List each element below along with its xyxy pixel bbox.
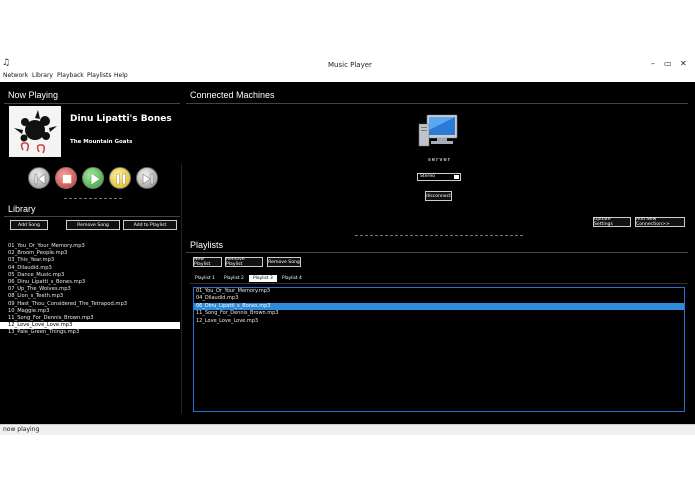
audio-mode-select[interactable]: Stereo (417, 173, 461, 190)
audio-mode-value: Stereo (420, 174, 435, 179)
menu-network[interactable]: Network (3, 72, 28, 79)
stop-icon (62, 174, 72, 184)
machine-name: server (428, 157, 452, 163)
add-new-connection-button[interactable]: Add New Connection>> (634, 216, 686, 228)
divider (186, 252, 688, 253)
tab-playlist-1[interactable]: Playlist 1 (191, 275, 219, 282)
library-song-item[interactable]: 04_Dilaudid.mp3 (0, 265, 180, 272)
title-bar: ♫ Music Player – ▭ ✕ (0, 58, 695, 71)
disconnect-button[interactable]: disconnect (424, 190, 453, 202)
remove-song-button[interactable]: Remove Song (65, 219, 121, 231)
playlist-song-item[interactable]: 11_Song_For_Dennis_Brown.mp3 (194, 310, 684, 317)
tab-playlist-3[interactable]: Playlist 3 (249, 275, 277, 282)
divider (4, 103, 180, 104)
previous-button[interactable] (28, 167, 50, 189)
divider (190, 283, 688, 284)
library-song-item[interactable]: 12_Love_Love_Love.mp3 (0, 322, 180, 330)
connected-machines-heading: Connected Machines (190, 90, 275, 100)
now-playing-title: Dinu Lipatti's Bones (70, 114, 172, 124)
add-song-button[interactable]: Add Song (9, 219, 49, 231)
menu-playback[interactable]: Playback (57, 72, 84, 79)
playlists-heading: Playlists (190, 240, 224, 250)
library-song-item[interactable]: 06_Dinu_Lipatti_s_Bones.mp3 (0, 279, 180, 286)
menu-library[interactable]: Library (32, 72, 53, 79)
library-song-item[interactable]: 09_Hast_Thou_Considered_The_Tetrapod.mp3 (0, 301, 180, 308)
next-button[interactable] (136, 167, 158, 189)
divider (4, 216, 180, 217)
divider (186, 103, 688, 104)
update-settings-button[interactable]: Update Settings (592, 216, 632, 228)
panel-separator (181, 164, 182, 414)
play-icon (90, 172, 101, 186)
window-title: Music Player (328, 61, 372, 69)
remove-song-button[interactable]: Remove Song (266, 256, 302, 268)
library-song-list: 01_You_Or_Your_Memory.mp3 02_Broom_People… (0, 243, 180, 337)
next-icon (142, 173, 154, 185)
tab-playlist-4[interactable]: Playlist 4 (278, 275, 306, 282)
library-song-item[interactable]: 11_Song_For_Dennis_Brown.mp3 (0, 315, 180, 322)
library-song-item[interactable]: 10_Maggie.mp3 (0, 308, 180, 315)
library-song-item[interactable]: 05_Dance_Music.mp3 (0, 272, 180, 279)
library-heading: Library (8, 204, 36, 214)
status-text: now playing (3, 426, 40, 433)
add-to-playlist-button[interactable]: Add to Playlist (122, 219, 178, 231)
playlist-song-item[interactable]: 12_Love_Love_Love.mp3 (194, 318, 684, 325)
music-note-icon: ♫ (2, 58, 11, 68)
close-button[interactable]: ✕ (680, 59, 687, 68)
library-song-item[interactable]: 02_Broom_People.mp3 (0, 250, 180, 257)
library-song-item[interactable]: 07_Up_The_Wolves.mp3 (0, 286, 180, 293)
computer-icon[interactable] (417, 112, 461, 150)
menu-bar: Network Library Playback Playlists Help (0, 71, 695, 82)
status-bar: now playing (0, 424, 695, 435)
pause-button[interactable] (109, 167, 131, 189)
library-song-item[interactable]: 03_This_Year.mp3 (0, 257, 180, 264)
stop-button[interactable] (55, 167, 77, 189)
library-song-item[interactable]: 08_Lion_s_Teeth.mp3 (0, 293, 180, 300)
divider (355, 235, 523, 236)
menu-help[interactable]: Help (114, 72, 128, 79)
pause-icon (116, 173, 126, 185)
tab-playlist-2[interactable]: Playlist 2 (220, 275, 248, 282)
maximize-button[interactable]: ▭ (664, 59, 672, 68)
minimize-button[interactable]: – (651, 59, 655, 68)
new-playlist-button[interactable]: New Playlist (192, 256, 223, 268)
now-playing-heading: Now Playing (8, 90, 59, 100)
library-song-item[interactable]: 01_You_Or_Your_Memory.mp3 (0, 243, 180, 250)
remove-playlist-button[interactable]: Remove Playlist (224, 256, 264, 268)
now-playing-artist: The Mountain Goats (70, 139, 133, 145)
playlist-song-list: 01_You_Or_Your_Memory.mp3 04_Dilaudid.mp3… (193, 287, 685, 412)
menu-playlists[interactable]: Playlists (87, 72, 111, 79)
library-song-item[interactable]: 13_Pale_Green_Things.mp3 (0, 329, 180, 336)
play-button[interactable] (82, 167, 104, 189)
divider (64, 198, 122, 199)
playlist-song-item[interactable]: 06_Dinu_Lipatti_s_Bones.mp3 (194, 302, 684, 311)
chevron-down-icon (454, 175, 459, 190)
playlist-song-item[interactable]: 04_Dilaudid.mp3 (194, 295, 684, 302)
previous-icon (34, 173, 46, 185)
album-art (9, 106, 61, 157)
playlist-song-item[interactable]: 01_You_Or_Your_Memory.mp3 (194, 288, 684, 295)
